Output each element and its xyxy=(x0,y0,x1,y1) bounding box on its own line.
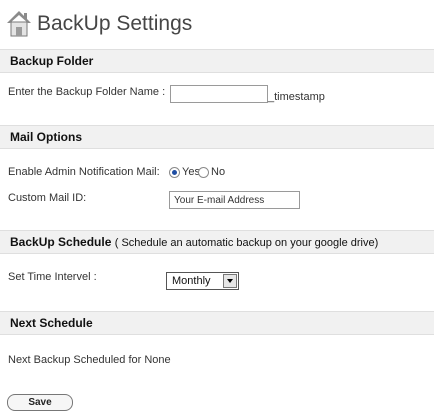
notification-no-radio[interactable] xyxy=(198,167,209,178)
schedule-title-text: BackUp Schedule xyxy=(10,235,112,249)
save-button[interactable]: Save xyxy=(7,394,73,411)
interval-select[interactable]: Monthly xyxy=(166,272,239,290)
chevron-down-icon[interactable] xyxy=(223,274,237,288)
notification-no-label: No xyxy=(211,166,226,178)
next-schedule-title: Next Schedule xyxy=(10,316,93,330)
next-schedule-text: Next Backup Scheduled for None xyxy=(8,354,171,366)
schedule-section-header: BackUp Schedule ( Schedule an automatic … xyxy=(0,230,434,254)
interval-select-value: Monthly xyxy=(172,275,211,287)
mail-id-label: Custom Mail ID: xyxy=(8,192,87,204)
notification-label: Enable Admin Notification Mail: xyxy=(8,166,160,178)
page-title: BackUp Settings xyxy=(37,12,193,35)
backup-folder-label: Enter the Backup Folder Name : xyxy=(8,86,166,98)
next-schedule-section-header: Next Schedule xyxy=(0,311,434,335)
backup-folder-title: Backup Folder xyxy=(10,54,94,68)
mail-options-section-header: Mail Options xyxy=(0,125,434,149)
backup-folder-input[interactable] xyxy=(170,85,268,103)
backup-folder-section-header: Backup Folder xyxy=(0,49,434,73)
notification-yes-radio[interactable] xyxy=(169,167,180,178)
schedule-title: BackUp Schedule ( Schedule an automatic … xyxy=(10,231,378,254)
mail-id-input[interactable] xyxy=(169,191,300,209)
home-icon xyxy=(7,11,31,37)
mail-options-title: Mail Options xyxy=(10,130,82,144)
timestamp-suffix: _timestamp xyxy=(268,91,325,103)
interval-label: Set Time Intervel : xyxy=(8,271,97,283)
schedule-note: ( Schedule an automatic backup on your g… xyxy=(114,237,379,249)
